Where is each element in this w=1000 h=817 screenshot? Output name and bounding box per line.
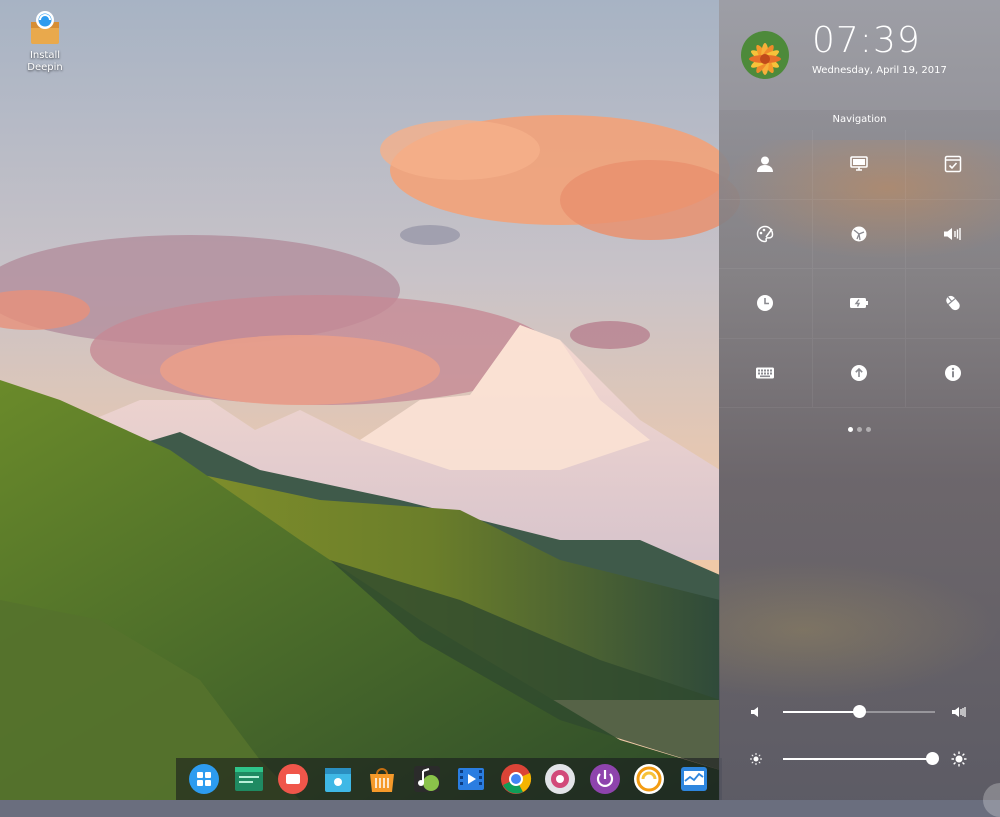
volume-slider-fill [783, 711, 859, 713]
volume-high-icon[interactable] [951, 704, 967, 723]
page-indicator [719, 427, 1000, 432]
dock-item-control-center[interactable] [544, 763, 576, 795]
personalization-icon [756, 225, 774, 243]
clock-date: Wednesday, April 19, 2017 [812, 65, 947, 76]
volume-slider-row [719, 702, 1000, 722]
nav-display[interactable] [812, 130, 907, 200]
page-dot[interactable] [866, 427, 871, 432]
dock-item-system-monitor[interactable] [678, 763, 710, 795]
dock-item-backup[interactable] [633, 763, 665, 795]
nav-accounts[interactable] [719, 130, 813, 200]
dock-item-terminal[interactable] [233, 763, 265, 795]
sound-icon [943, 226, 963, 242]
nav-sound[interactable] [906, 200, 1000, 269]
navigation-grid [719, 130, 1000, 408]
dock-item-music-player[interactable] [411, 763, 443, 795]
brightness-slider-handle[interactable] [925, 752, 939, 765]
brightness-slider-row [719, 749, 1000, 769]
clock-time: 07:39 [812, 20, 921, 61]
power-icon [849, 296, 869, 310]
movie-player-icon [455, 763, 487, 795]
system-info-icon [944, 364, 962, 382]
display-icon [850, 156, 868, 172]
dock-item-chrome-browser[interactable] [500, 763, 532, 795]
music-player-icon [411, 763, 443, 795]
desktop-icon-label: Install Deepin [27, 50, 63, 73]
dock-item-launcher[interactable] [188, 763, 220, 795]
control-center-icon [544, 763, 576, 795]
backup-icon [633, 763, 665, 795]
volume-low-icon[interactable] [749, 704, 763, 723]
control-center-panel: 07:39 Wednesday, April 19, 2017 Navigati… [719, 0, 1000, 800]
avatar-flower-image [741, 31, 789, 79]
nav-personalization[interactable] [719, 199, 813, 269]
dock-item-app-store[interactable] [366, 763, 398, 795]
chrome-browser-icon [500, 763, 532, 795]
keyboard-icon [755, 366, 775, 380]
nav-network[interactable] [812, 199, 907, 269]
brightness-slider-fill [783, 758, 932, 760]
desktop-icon-install-deepin[interactable]: Install Deepin [14, 10, 76, 74]
install-package-icon [31, 11, 59, 44]
volume-slider[interactable] [783, 705, 935, 718]
nav-default-applications[interactable] [906, 130, 1000, 200]
file-manager-icon [322, 763, 354, 795]
brightness-slider[interactable] [783, 752, 939, 765]
default-applications-icon [944, 155, 962, 173]
date-time-icon [756, 294, 774, 312]
dock-item-shutdown[interactable] [589, 763, 621, 795]
user-avatar[interactable] [741, 31, 789, 79]
mouse-icon [944, 294, 962, 312]
dock [176, 758, 722, 800]
nav-system-info[interactable] [906, 339, 1000, 408]
dock-item-movie-player[interactable] [455, 763, 487, 795]
system-monitor-icon [678, 763, 710, 795]
section-title: Navigation [832, 114, 887, 125]
nav-mouse[interactable] [906, 269, 1000, 339]
nav-power[interactable] [812, 269, 907, 339]
dock-item-file-manager[interactable] [322, 763, 354, 795]
brightness-high-icon[interactable] [951, 751, 967, 771]
launcher-icon [188, 763, 220, 795]
page-dot[interactable] [848, 427, 853, 432]
dock-item-screen-recorder[interactable] [277, 763, 309, 795]
network-icon [850, 225, 868, 243]
terminal-icon [233, 763, 265, 795]
app-store-icon [366, 763, 398, 795]
update-icon [850, 364, 868, 382]
nav-date-time[interactable] [719, 269, 813, 339]
volume-slider-handle[interactable] [853, 705, 866, 718]
nav-update[interactable] [812, 338, 907, 408]
accounts-icon [756, 155, 774, 173]
brightness-low-icon[interactable] [749, 751, 763, 770]
shutdown-icon [589, 763, 621, 795]
nav-keyboard[interactable] [719, 338, 813, 408]
screen-recorder-icon [277, 763, 309, 795]
page-dot[interactable] [857, 427, 862, 432]
panel-backdrop-lower [719, 560, 1000, 700]
